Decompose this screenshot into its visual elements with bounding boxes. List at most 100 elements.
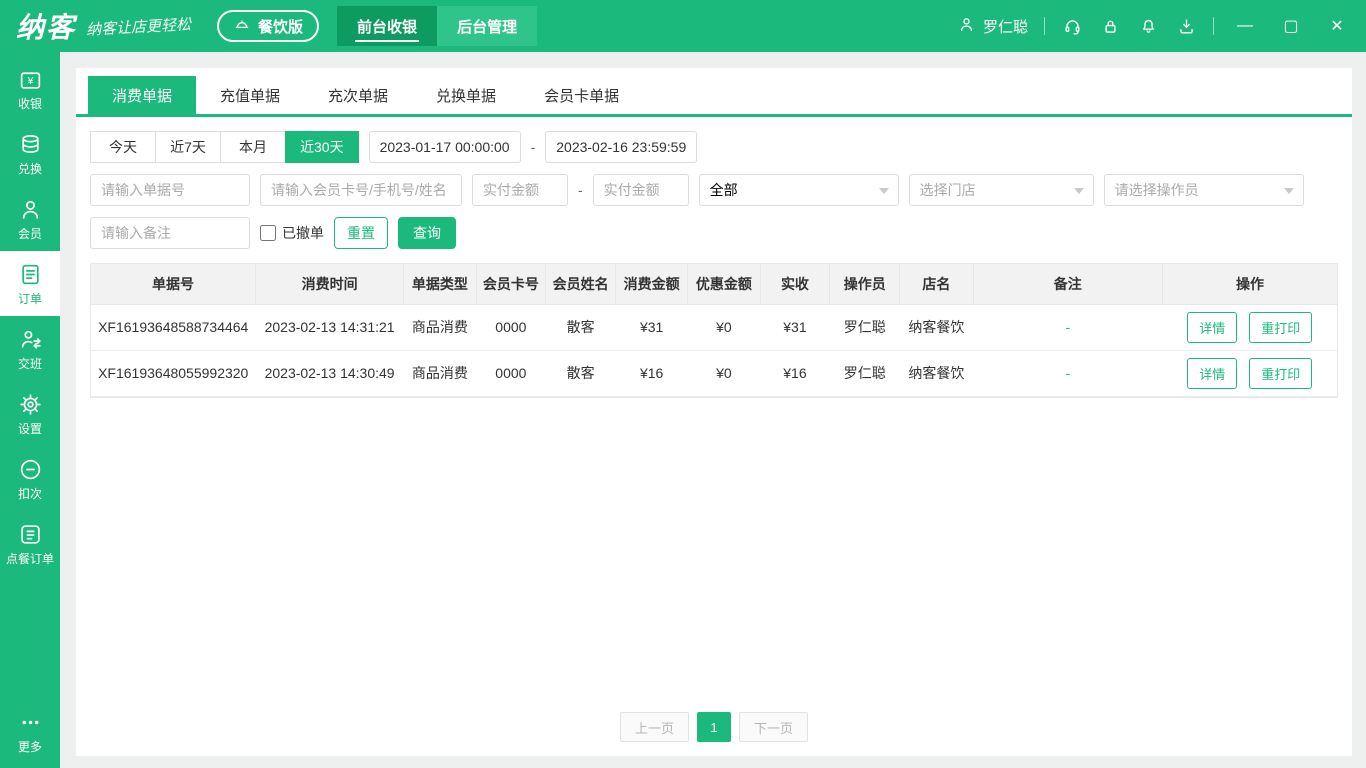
reprint-button[interactable]: 重打印 [1249,358,1312,389]
reset-button[interactable]: 重置 [334,217,388,249]
cell-discount: ¥0 [688,304,760,350]
top-nav: 前台收银 后台管理 [337,6,537,46]
order-type-select[interactable]: 全部 [699,174,899,206]
orders-icon [18,262,43,290]
range-today-button[interactable]: 今天 [90,131,156,163]
col-store: 店名 [900,264,974,304]
range-7days-button[interactable]: 近7天 [155,131,221,163]
member-search-input[interactable] [260,174,462,206]
cell-amount: ¥16 [616,350,688,396]
tab-times-orders[interactable]: 充次单据 [304,76,412,114]
divider [1213,17,1214,35]
download-icon[interactable] [1175,15,1197,37]
reprint-button[interactable]: 重打印 [1249,312,1312,343]
cell-order-no: XF16193648055992320 [91,350,255,396]
member-icon [18,197,43,225]
next-page-button[interactable]: 下一页 [739,712,808,742]
cell-remark: - [973,350,1162,396]
table-header-row: 单据号 消费时间 单据类型 会员卡号 会员姓名 消费金额 优惠金额 实收 操作员… [91,264,1337,304]
tab-consume-orders[interactable]: 消费单据 [88,76,196,114]
col-member: 会员姓名 [546,264,616,304]
shift-icon [18,327,43,355]
orders-panel: 消费单据 充值单据 充次单据 兑换单据 会员卡单据 今天 近7天 本月 近30天… [76,68,1352,756]
coins-icon [18,132,43,160]
sidebar-item-more[interactable]: 更多 [0,699,60,764]
col-actions: 操作 [1162,264,1337,304]
main-content: 消费单据 充值单据 充次单据 兑换单据 会员卡单据 今天 近7天 本月 近30天… [60,52,1366,768]
revoked-checkbox[interactable] [260,225,276,241]
user-menu[interactable]: 罗仁聪 [957,15,1028,38]
svg-text:¥: ¥ [26,76,33,87]
cell-actions: 详情 重打印 [1162,350,1337,396]
divider [1044,17,1045,35]
filter-area: 今天 近7天 本月 近30天 - - 全部 [76,117,1352,249]
col-amount: 消费金额 [616,264,688,304]
close-button[interactable]: ✕ [1322,11,1352,41]
date-separator: - [531,139,536,155]
search-filter-row: - 全部 选择门店 请选择操作员 [90,174,1338,206]
cell-remark: - [973,304,1162,350]
tab-back-management[interactable]: 后台管理 [437,6,537,46]
sidebar-item-deduct[interactable]: 扣次 [0,446,60,511]
orders-table: 单据号 消费时间 单据类型 会员卡号 会员姓名 消费金额 优惠金额 实收 操作员… [90,263,1338,398]
chevron-down-icon [1074,188,1084,194]
cell-operator: 罗仁聪 [830,350,900,396]
amount-separator: - [578,182,583,198]
cell-discount: ¥0 [688,350,760,396]
date-to-input[interactable] [545,131,697,163]
col-time: 消费时间 [255,264,403,304]
bell-icon[interactable] [1137,15,1159,37]
cell-member: 散客 [546,304,616,350]
tab-exchange-orders[interactable]: 兑换单据 [412,76,520,114]
pagination: 上一页 1 下一页 [76,712,1352,742]
amount-max-input[interactable] [593,174,689,206]
cell-member: 散客 [546,350,616,396]
cell-type: 商品消费 [404,304,476,350]
deduct-icon [18,457,43,485]
query-button[interactable]: 查询 [398,217,456,249]
app-logo: 纳客 [16,6,76,46]
detail-button[interactable]: 详情 [1187,358,1237,389]
tab-front-cashier[interactable]: 前台收银 [337,6,437,46]
remark-input[interactable] [90,217,250,249]
sidebar-item-orders[interactable]: 订单 [0,251,60,316]
amount-min-input[interactable] [472,174,568,206]
col-remark: 备注 [973,264,1162,304]
sidebar-item-meal-orders[interactable]: 点餐订单 [0,511,60,576]
cell-card-no: 0000 [476,350,546,396]
app-slogan: 纳客让店更轻松 [86,13,192,39]
remark-filter-row: 已撤单 重置 查询 [90,217,1338,249]
chevron-down-icon [1284,188,1294,194]
col-type: 单据类型 [404,264,476,304]
gear-icon [18,392,43,420]
cell-store: 纳客餐饮 [900,304,974,350]
range-30days-button[interactable]: 近30天 [285,131,359,163]
minimize-button[interactable]: — [1230,11,1260,41]
sidebar-item-exchange[interactable]: 兑换 [0,121,60,186]
sidebar-item-shift[interactable]: 交班 [0,316,60,381]
headset-icon[interactable] [1061,15,1083,37]
prev-page-button[interactable]: 上一页 [620,712,689,742]
cell-amount: ¥31 [616,304,688,350]
tab-recharge-orders[interactable]: 充值单据 [196,76,304,114]
cloche-icon [233,15,251,37]
lock-icon[interactable] [1099,15,1121,37]
edition-button[interactable]: 餐饮版 [217,10,319,42]
cashier-icon: ¥ [18,67,43,95]
user-icon [957,15,976,38]
operator-select[interactable]: 请选择操作员 [1104,174,1304,206]
store-select[interactable]: 选择门店 [909,174,1094,206]
tab-membercard-orders[interactable]: 会员卡单据 [520,76,643,114]
sidebar-item-cashier[interactable]: ¥ 收银 [0,56,60,121]
range-month-button[interactable]: 本月 [220,131,286,163]
maximize-button[interactable]: ▢ [1276,11,1306,41]
detail-button[interactable]: 详情 [1187,312,1237,343]
col-card-no: 会员卡号 [476,264,546,304]
date-range-group: 今天 近7天 本月 近30天 [90,131,359,163]
order-no-input[interactable] [90,174,250,206]
sidebar-item-member[interactable]: 会员 [0,186,60,251]
table-row: XF16193648588734464 2023-02-13 14:31:21 … [91,304,1337,350]
date-from-input[interactable] [369,131,521,163]
page-1-button[interactable]: 1 [697,712,731,742]
sidebar-item-settings[interactable]: 设置 [0,381,60,446]
